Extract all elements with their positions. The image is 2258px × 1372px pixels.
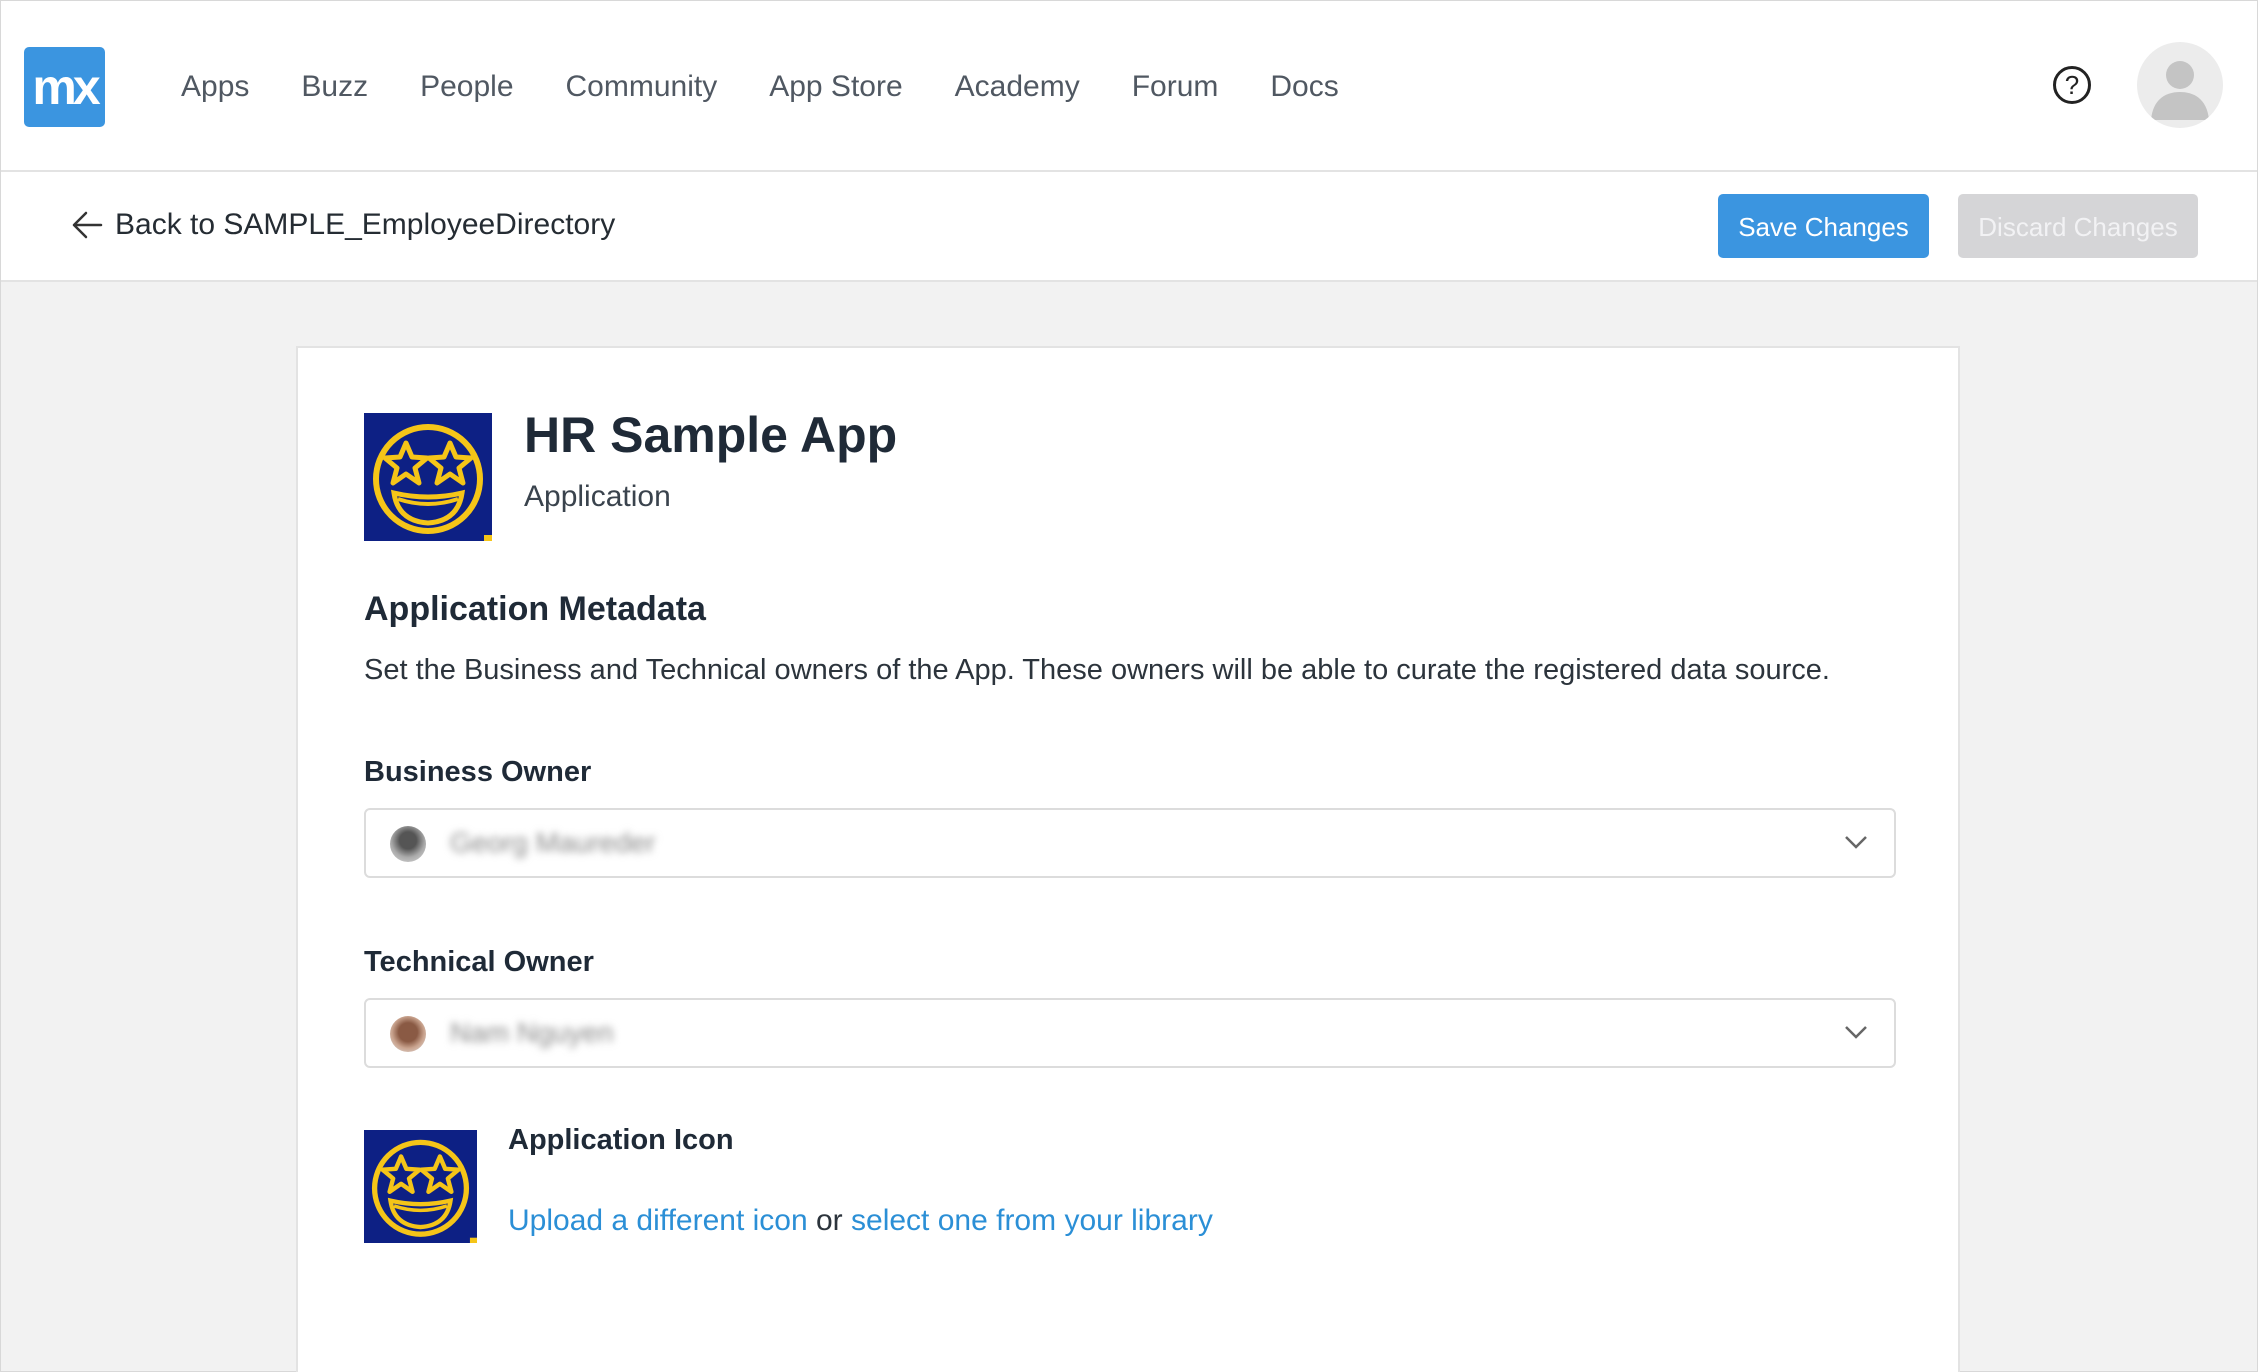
section-description: Set the Business and Technical owners of…	[364, 654, 1830, 686]
app-title: HR Sample App	[524, 407, 898, 463]
arrow-left-icon	[72, 211, 103, 239]
app-icon	[364, 413, 492, 541]
nav-item-docs[interactable]: Docs	[1270, 65, 1338, 109]
help-icon[interactable]: ?	[2053, 66, 2091, 104]
back-link[interactable]: Back to SAMPLE_EmployeeDirectory	[71, 208, 615, 242]
owner-avatar	[390, 826, 426, 862]
chevron-down-icon	[1845, 836, 1867, 849]
mendix-logo[interactable]: mx	[24, 47, 105, 127]
back-link-label: Back to SAMPLE_EmployeeDirectory	[115, 208, 616, 241]
user-avatar[interactable]	[2137, 42, 2223, 128]
application-icon-label: Application Icon	[508, 1124, 734, 1156]
discard-changes-button[interactable]: Discard Changes	[1958, 194, 2198, 258]
save-changes-button[interactable]: Save Changes	[1718, 194, 1929, 258]
section-heading: Application Metadata	[364, 590, 706, 628]
nav-item-app-store[interactable]: App Store	[769, 65, 902, 109]
user-silhouette-icon	[2151, 61, 2209, 120]
or-text: or	[807, 1204, 852, 1237]
owner-avatar	[390, 1016, 426, 1052]
star-struck-face-icon	[371, 1139, 477, 1243]
technical-owner-select[interactable]: Nam Nguyen	[364, 998, 1896, 1068]
nav-item-community[interactable]: Community	[566, 65, 718, 109]
technical-owner-label: Technical Owner	[364, 946, 594, 978]
nav-item-academy[interactable]: Academy	[955, 65, 1080, 109]
nav-menu: Apps Buzz People Community App Store Aca…	[181, 65, 1391, 109]
icon-actions: Upload a different icon or select one fr…	[508, 1204, 1213, 1238]
chevron-down-icon	[1845, 1026, 1867, 1039]
app-type-label: Application	[524, 480, 671, 513]
business-owner-label: Business Owner	[364, 756, 592, 788]
nav-item-buzz[interactable]: Buzz	[301, 65, 368, 109]
business-owner-select[interactable]: Georg Maureder	[364, 808, 1896, 878]
app-settings-card: HR Sample App Application Application Me…	[296, 346, 1960, 1372]
nav-item-forum[interactable]: Forum	[1132, 65, 1219, 109]
page-toolbar: Back to SAMPLE_EmployeeDirectory Save Ch…	[1, 172, 2257, 282]
nav-item-people[interactable]: People	[420, 65, 513, 109]
upload-icon-link[interactable]: Upload a different icon	[508, 1204, 808, 1237]
top-navigation: mx Apps Buzz People Community App Store …	[1, 1, 2257, 172]
business-owner-value: Georg Maureder	[450, 827, 656, 858]
star-struck-face-icon	[373, 424, 492, 541]
select-from-library-link[interactable]: select one from your library	[851, 1204, 1213, 1237]
technical-owner-value: Nam Nguyen	[450, 1017, 614, 1048]
app-icon-preview	[364, 1130, 477, 1243]
nav-item-apps[interactable]: Apps	[181, 65, 249, 109]
